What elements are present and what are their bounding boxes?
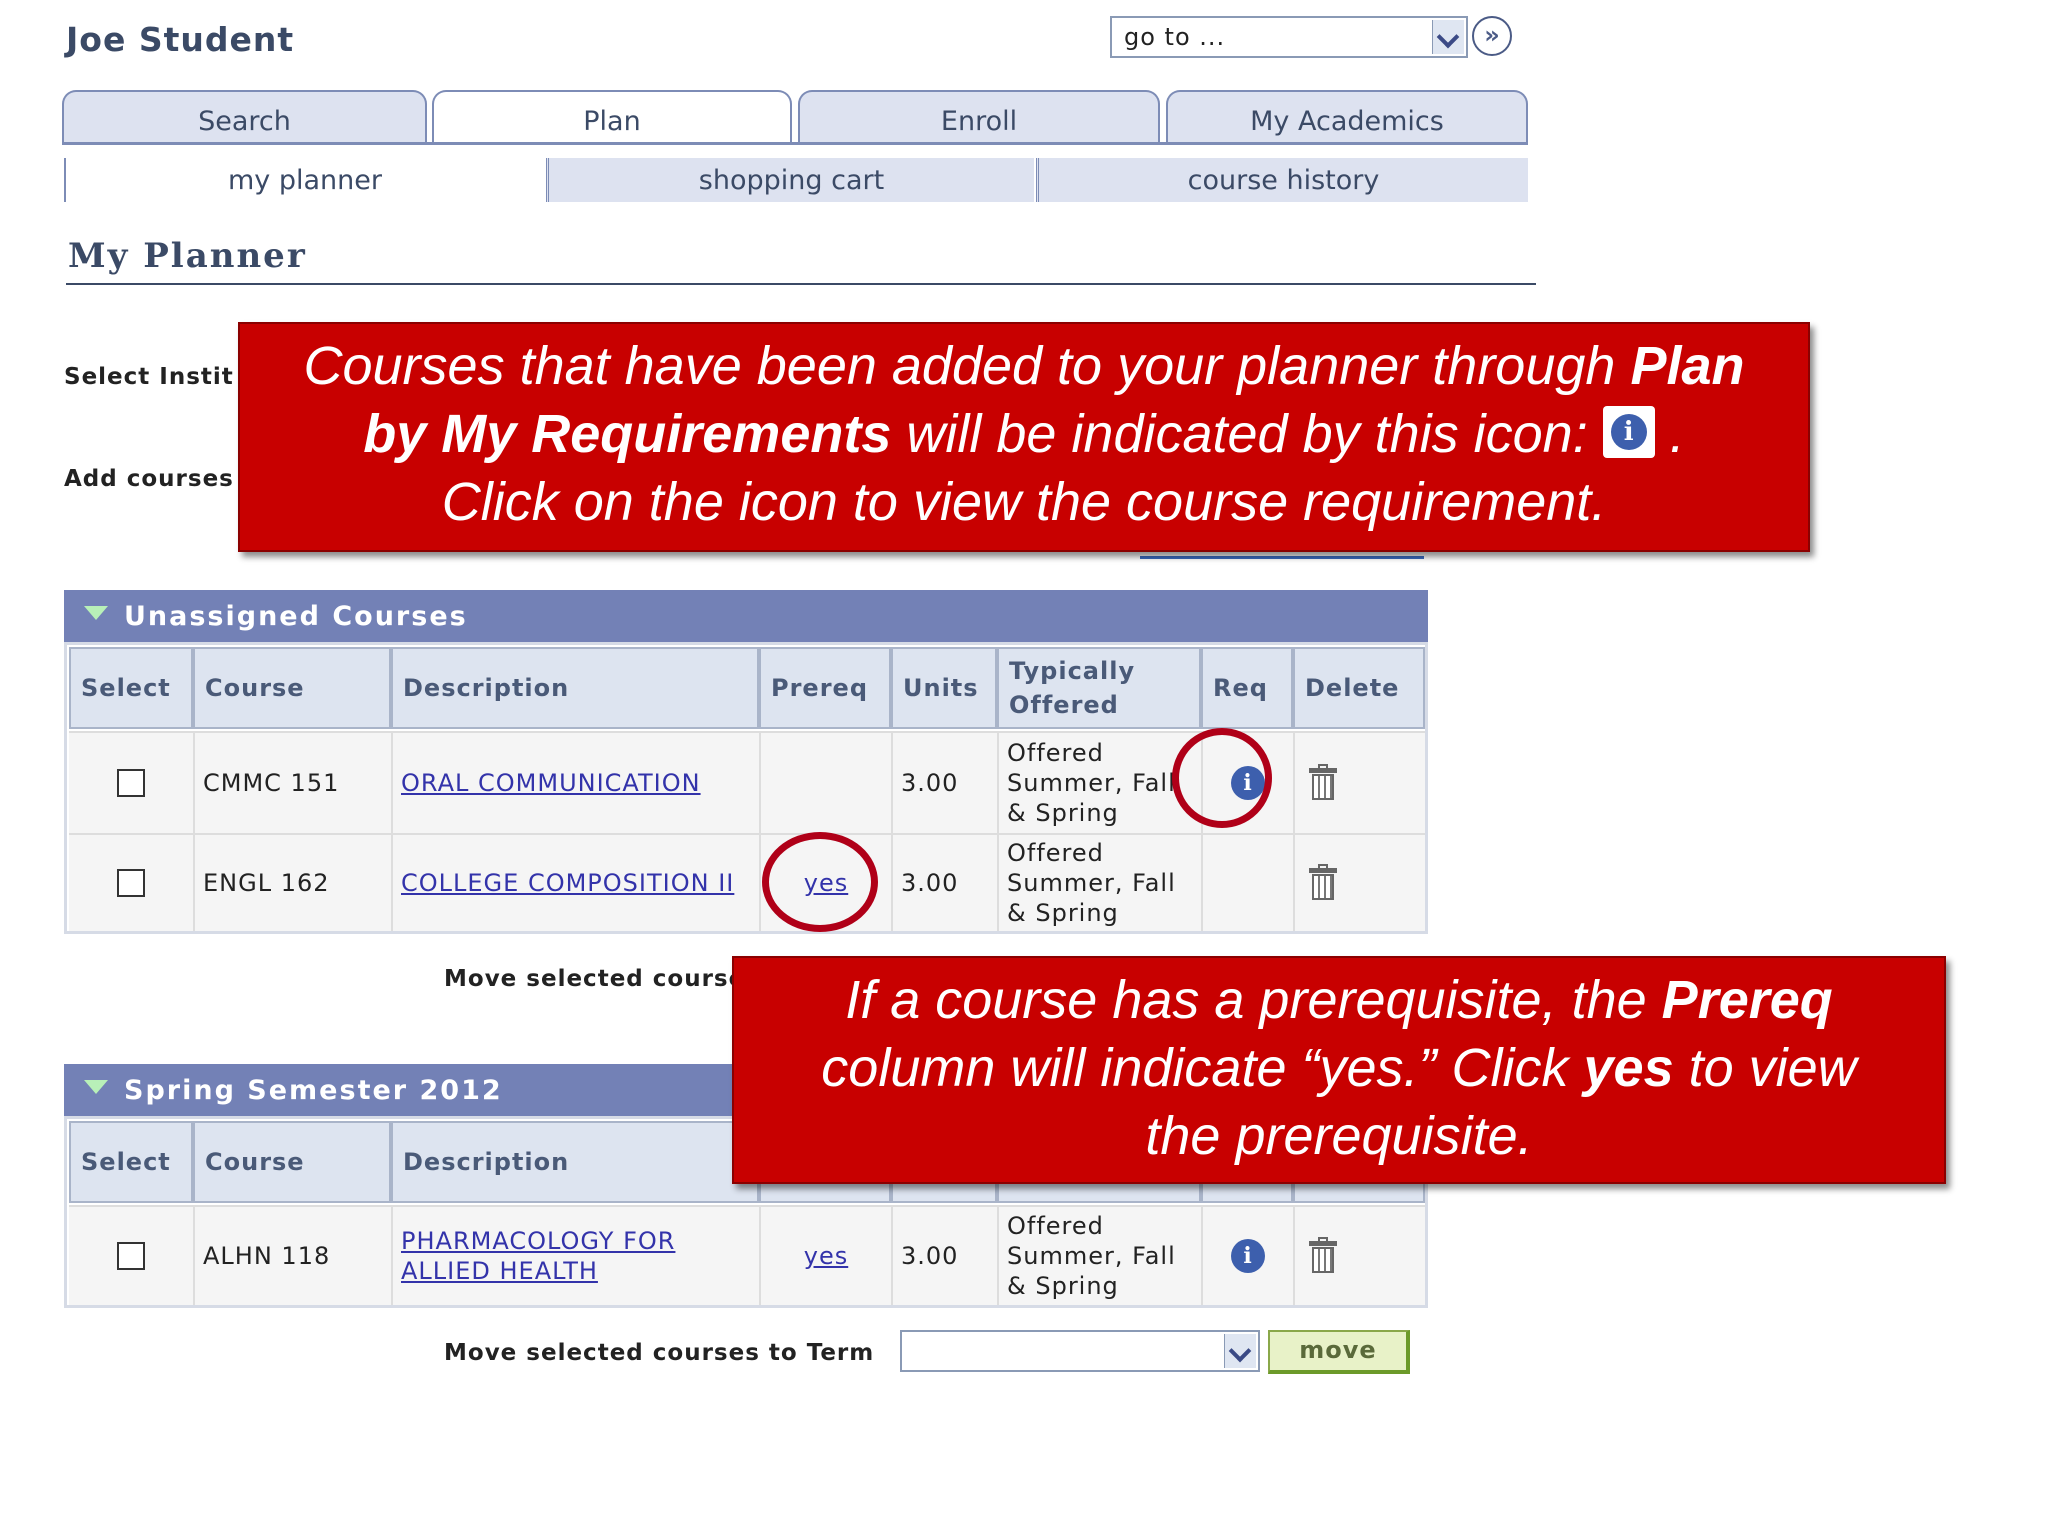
column-header-select: Select: [69, 647, 193, 729]
collapse-triangle-icon[interactable]: [84, 606, 108, 620]
term-select[interactable]: [900, 1330, 1260, 1372]
callout-line: Click on the icon to view the course req…: [441, 472, 1607, 532]
req-cell: i: [1201, 1205, 1293, 1305]
section-title: Unassigned Courses: [124, 601, 468, 632]
callout-plan-by-requirements: Courses that have been added to your pla…: [238, 322, 1810, 552]
chevron-down-icon[interactable]: [1432, 20, 1464, 54]
tab-my-academics[interactable]: My Academics: [1166, 90, 1528, 144]
typically-offered-cell: Offered Summer, Fall & Spring: [997, 731, 1201, 833]
section-title: Spring Semester 2012: [124, 1075, 503, 1106]
callout-prereq-column: If a course has a prerequisite, the Prer…: [732, 956, 1946, 1184]
callout-line: by My Requirements will be indicated by …: [363, 404, 1685, 464]
callout-line: If a course has a prerequisite, the Prer…: [845, 970, 1833, 1030]
section-header-unassigned[interactable]: Unassigned Courses: [64, 590, 1428, 642]
course-description-link[interactable]: ORAL COMMUNICATION: [401, 769, 701, 797]
description-cell: ORAL COMMUNICATION: [391, 731, 759, 833]
title-divider: [66, 283, 1536, 285]
trash-icon[interactable]: [1309, 764, 1337, 800]
table-row-select-cell: [69, 1205, 193, 1305]
collapse-triangle-icon[interactable]: [84, 1080, 108, 1094]
search-button-edge: [1140, 556, 1424, 559]
goto-button[interactable]: »: [1472, 16, 1512, 56]
req-cell: [1201, 833, 1293, 931]
course-code: CMMC 151: [193, 731, 391, 833]
prereq-cell: [759, 731, 891, 833]
select-checkbox[interactable]: [117, 869, 145, 897]
typically-offered-cell: Offered Summer, Fall & Spring: [997, 833, 1201, 931]
description-cell: PHARMACOLOGY FOR ALLIED HEALTH: [391, 1205, 759, 1305]
units-cell: 3.00: [891, 1205, 997, 1305]
tab-search[interactable]: Search: [62, 90, 427, 144]
subtab-shopping-cart[interactable]: shopping cart: [546, 158, 1034, 202]
goto-dropdown-value: go to ...: [1124, 23, 1226, 51]
add-courses-label: Add courses: [64, 466, 234, 492]
typically-offered-cell: Offered Summer, Fall & Spring: [997, 1205, 1201, 1305]
page-title: My Planner: [68, 236, 307, 276]
tabs-divider: [62, 142, 1528, 145]
column-header-prereq: Prereq: [759, 647, 891, 729]
table-row-select-cell: [69, 833, 193, 931]
course-code: ALHN 118: [193, 1205, 391, 1305]
prereq-yes-link[interactable]: yes: [804, 1242, 848, 1270]
course-code: ENGL 162: [193, 833, 391, 931]
select-checkbox[interactable]: [117, 1242, 145, 1270]
units-cell: 3.00: [891, 731, 997, 833]
tab-plan[interactable]: Plan: [432, 90, 792, 144]
student-name: Joe Student: [66, 20, 295, 59]
move-button[interactable]: move: [1268, 1330, 1410, 1374]
column-header-description: Description: [391, 647, 759, 729]
callout-line: Courses that have been added to your pla…: [303, 336, 1745, 396]
delete-cell: [1293, 731, 1425, 833]
goto-dropdown[interactable]: go to ...: [1110, 16, 1468, 58]
trash-icon[interactable]: [1309, 864, 1337, 900]
column-header-typically-offered: Typically Offered: [997, 647, 1201, 729]
course-description-link[interactable]: PHARMACOLOGY FOR ALLIED HEALTH: [401, 1226, 759, 1286]
column-header-units: Units: [891, 647, 997, 729]
tab-enroll[interactable]: Enroll: [798, 90, 1160, 144]
select-institution-label: Select Instit: [64, 364, 234, 390]
units-cell: 3.00: [891, 833, 997, 931]
course-description-link[interactable]: COLLEGE COMPOSITION II: [401, 868, 734, 898]
prereq-cell: yes: [759, 1205, 891, 1305]
info-icon[interactable]: i: [1231, 1239, 1265, 1273]
select-checkbox[interactable]: [117, 769, 145, 797]
move-selected-label: Move selected course: [444, 966, 746, 992]
column-header-course: Course: [193, 647, 391, 729]
column-header-course: Course: [193, 1121, 391, 1203]
trash-icon[interactable]: [1309, 1237, 1337, 1273]
callout-line: the prerequisite.: [1145, 1106, 1533, 1166]
chevron-down-icon[interactable]: [1224, 1334, 1256, 1368]
delete-cell: [1293, 833, 1425, 931]
description-cell: COLLEGE COMPOSITION II: [391, 833, 759, 931]
subtab-my-planner[interactable]: my planner: [64, 158, 544, 202]
info-icon: i: [1602, 405, 1655, 458]
prereq-yes-highlight-ring: [762, 832, 878, 932]
delete-cell: [1293, 1205, 1425, 1305]
column-header-req: Req: [1201, 647, 1293, 729]
subtab-course-history[interactable]: course history: [1036, 158, 1528, 202]
column-header-select: Select: [69, 1121, 193, 1203]
callout-line: column will indicate “yes.” Click yes to…: [821, 1038, 1857, 1098]
table-row-select-cell: [69, 731, 193, 833]
move-to-term-label: Move selected courses to Term: [444, 1340, 875, 1366]
column-header-delete: Delete: [1293, 647, 1425, 729]
req-icon-highlight-ring: [1172, 728, 1272, 828]
column-header-description: Description: [391, 1121, 759, 1203]
